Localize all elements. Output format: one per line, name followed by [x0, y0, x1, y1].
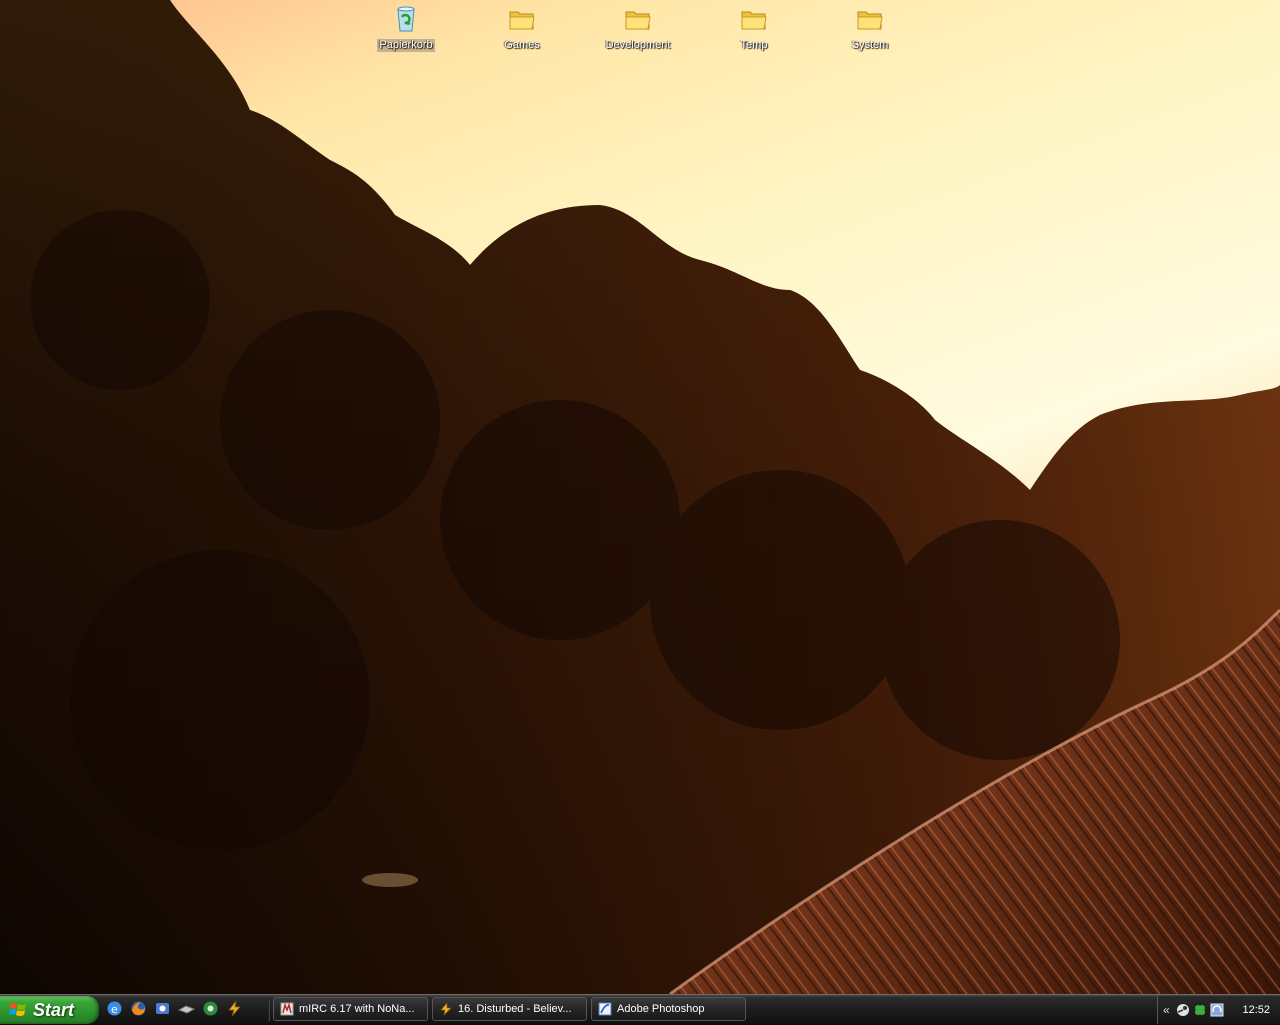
windows-flag-icon — [9, 1003, 26, 1016]
desktop-icon-label: Papierkorb — [376, 38, 436, 53]
start-label: Start — [33, 999, 75, 1020]
task-button-mirc[interactable]: mIRC 6.17 with NoNa... — [273, 997, 428, 1021]
folder-icon — [741, 11, 767, 30]
mirc-icon — [280, 1002, 294, 1016]
folder-icon — [509, 11, 535, 30]
firefox-icon[interactable] — [130, 1000, 147, 1017]
outlook-icon[interactable] — [154, 1000, 171, 1017]
desktop-icon-system[interactable]: System — [825, 3, 915, 53]
desktop-icon-label: Development — [605, 39, 671, 51]
desktop-icon-label: System — [851, 39, 889, 51]
task-button-photoshop[interactable]: Adobe Photoshop — [591, 997, 746, 1021]
task-button-winamp[interactable]: 16. Disturbed - Believ... — [432, 997, 587, 1021]
wallpaper-image — [0, 0, 1280, 994]
desktop-icons: Papierkorb Games Development Temp System — [0, 0, 1280, 60]
start-button[interactable]: Start — [0, 996, 99, 1024]
desktop-icon-development[interactable]: Development — [593, 3, 683, 53]
clock[interactable]: 12:52 — [1242, 1004, 1270, 1016]
desktop-icon-label: Temp — [740, 39, 768, 51]
folder-icon — [625, 11, 651, 30]
clover-icon[interactable] — [1193, 1003, 1207, 1017]
recycle-bin-icon — [397, 6, 415, 32]
system-tray: « 12:52 — [1157, 996, 1280, 1024]
winamp-icon — [440, 1002, 452, 1016]
taskbar: Start e mIRC 6.17 with NoNa... 16. Distu… — [0, 994, 1280, 1025]
desktop[interactable]: Papierkorb Games Development Temp System — [0, 0, 1280, 994]
media-icon[interactable] — [202, 1000, 219, 1017]
ie-icon[interactable]: e — [106, 1000, 123, 1017]
task-label: Adobe Photoshop — [617, 1003, 705, 1015]
quick-launch-bar: e — [106, 1000, 243, 1022]
desktop-icon-label: Games — [504, 39, 540, 51]
folder-icon — [857, 11, 883, 30]
svg-text:e: e — [111, 1003, 118, 1016]
steam-icon[interactable] — [1176, 1003, 1190, 1017]
photoshop-icon — [598, 1002, 612, 1016]
task-label: mIRC 6.17 with NoNa... — [299, 1003, 415, 1015]
task-label: 16. Disturbed - Believ... — [458, 1003, 572, 1015]
winamp-icon[interactable] — [226, 1000, 243, 1017]
taskbar-separator — [268, 999, 270, 1021]
desktop-icon-temp[interactable]: Temp — [709, 3, 799, 53]
desktop-icon-games[interactable]: Games — [477, 3, 567, 53]
tray-expand-button[interactable]: « — [1163, 1003, 1173, 1017]
show-desktop-icon[interactable] — [178, 1000, 195, 1017]
headphones-icon[interactable] — [1210, 1003, 1224, 1017]
desktop-icon-recycle-bin[interactable]: Papierkorb — [361, 3, 451, 53]
